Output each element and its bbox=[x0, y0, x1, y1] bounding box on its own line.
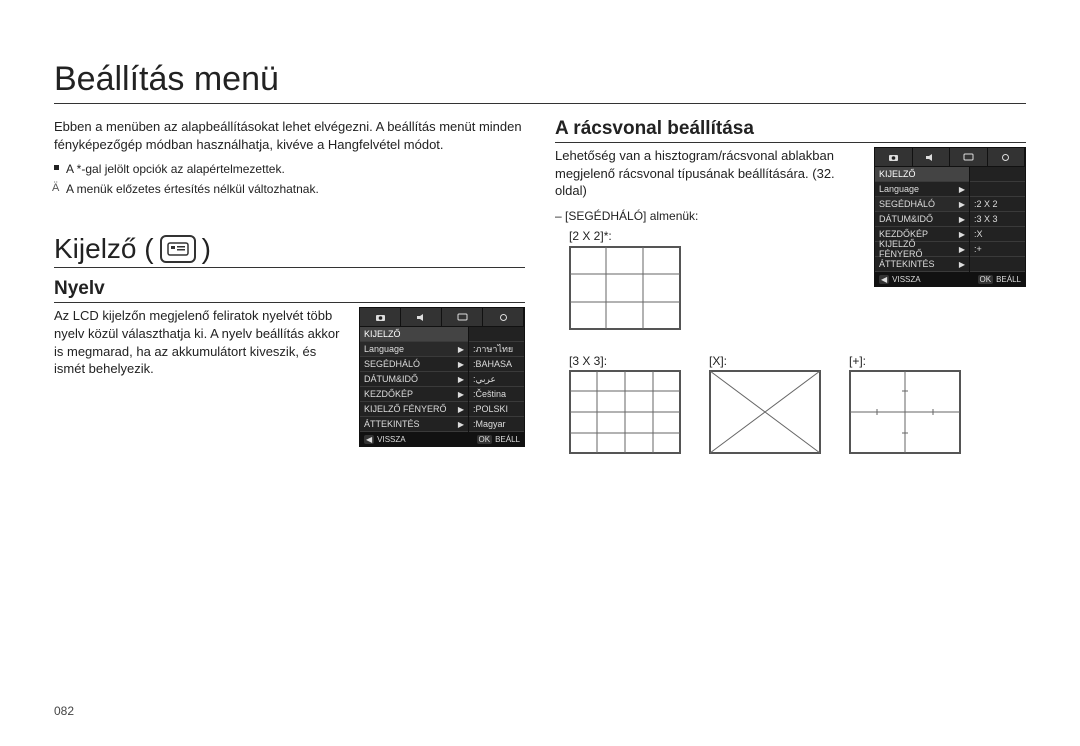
grid-3x3-preview bbox=[569, 370, 681, 454]
tab-gear-icon bbox=[483, 308, 524, 326]
grid-2x2-preview bbox=[569, 246, 681, 330]
tab-display-icon bbox=[950, 148, 988, 166]
tab-camera-icon bbox=[360, 308, 401, 326]
grid-plus-preview bbox=[849, 370, 961, 454]
tab-gear-icon bbox=[988, 148, 1026, 166]
page-number: 082 bbox=[54, 704, 74, 718]
opt-plus-label: [+]: bbox=[849, 354, 969, 368]
opt-3x3-label: [3 X 3]: bbox=[569, 354, 689, 368]
grid-x-preview bbox=[709, 370, 821, 454]
note-default: A *-gal jelölt opciók az alapértelmezett… bbox=[54, 161, 525, 177]
racs-text: Lehetőség van a hisztogram/rácsvonal abl… bbox=[555, 147, 864, 200]
page-title: Beállítás menü bbox=[54, 60, 1026, 104]
tab-camera-icon bbox=[875, 148, 913, 166]
note-may-change: A menük előzetes értesítés nélkül változ… bbox=[54, 181, 525, 197]
tab-sound-icon bbox=[401, 308, 442, 326]
submenu-label: – [SEGÉDHÁLÓ] almenük: bbox=[555, 208, 864, 224]
right-column: A rácsvonal beállítása Lehetőség van a h… bbox=[555, 118, 1026, 454]
section-kijelzo-heading: Kijelző ( ) bbox=[54, 233, 525, 268]
gridline-menu-screenshot: KIJELZŐ Language▶ SEGÉDHÁLÓ▶ DÁTUM&IDŐ▶ … bbox=[874, 147, 1026, 287]
opt-x-label: [X]: bbox=[709, 354, 829, 368]
tab-display-icon bbox=[442, 308, 483, 326]
opt-2x2-label: [2 X 2]*: bbox=[569, 228, 864, 244]
display-icon bbox=[160, 235, 196, 263]
racs-heading: A rácsvonal beállítása bbox=[555, 118, 1026, 143]
tab-sound-icon bbox=[913, 148, 951, 166]
intro-text: Ebben a menüben az alapbeállításokat leh… bbox=[54, 118, 525, 153]
language-menu-screenshot: KIJELZŐ Language▶ SEGÉDHÁLÓ▶ DÁTUM&IDŐ▶ … bbox=[359, 307, 525, 447]
left-column: Ebben a menüben az alapbeállításokat leh… bbox=[54, 118, 525, 454]
nyelv-heading: Nyelv bbox=[54, 278, 525, 303]
nyelv-text: Az LCD kijelzőn megjelenő feliratok nyel… bbox=[54, 307, 349, 377]
